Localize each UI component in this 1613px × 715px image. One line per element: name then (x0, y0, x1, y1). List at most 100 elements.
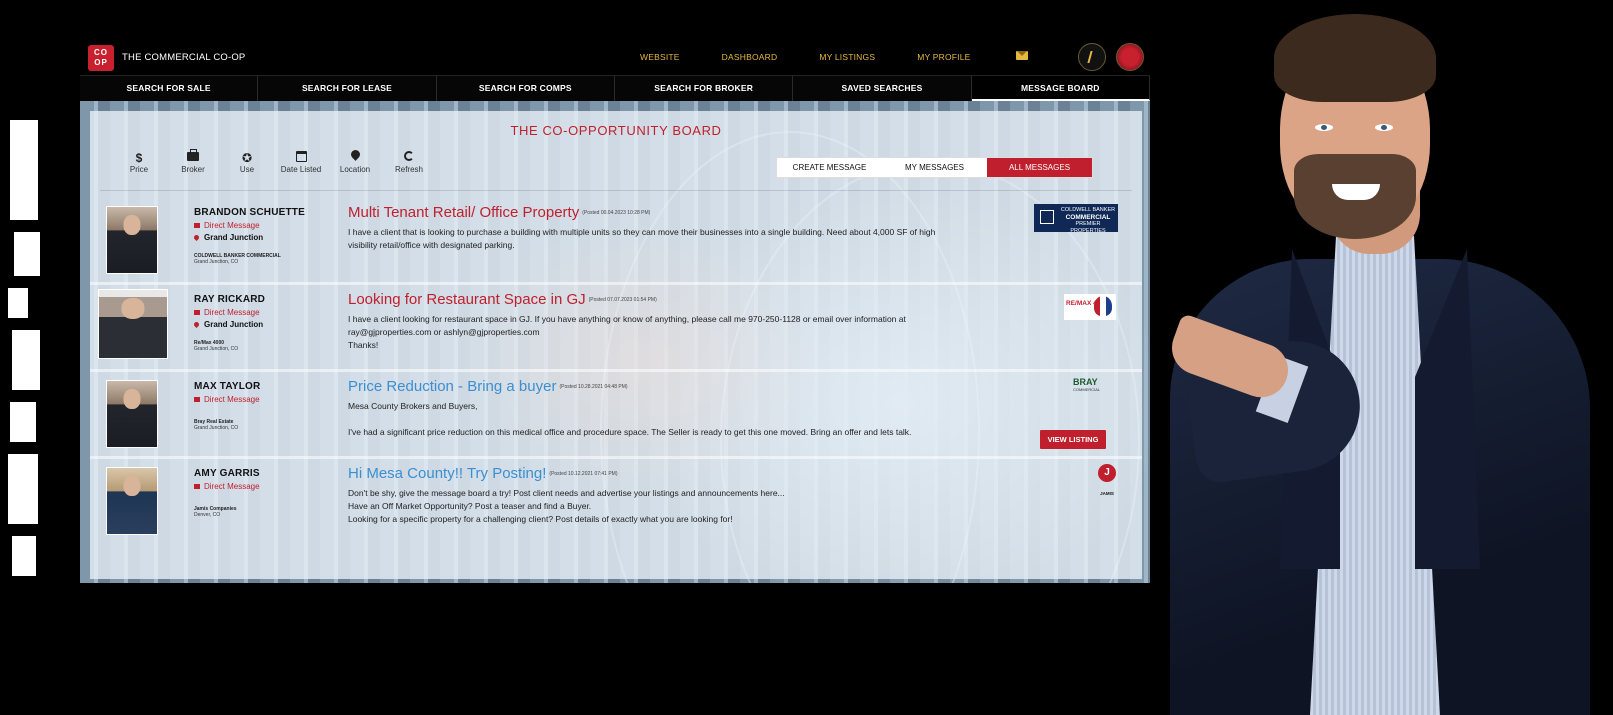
refresh-icon (404, 151, 414, 161)
view-listing-button[interactable]: VIEW LISTING (1040, 430, 1106, 449)
company-location: Denver, CO (194, 512, 221, 518)
direct-message-link[interactable]: Direct Message (194, 395, 260, 404)
post-body-line: Have an Off Market Opportunity? Post a t… (348, 501, 592, 511)
filter-label: Date Listed (280, 165, 322, 174)
post-headline[interactable]: Price Reduction - Bring a buyer (Posted 1… (348, 378, 628, 395)
avatar[interactable] (98, 289, 168, 359)
calendar-icon (296, 151, 307, 162)
broker-location: Grand Junction (194, 233, 263, 242)
jamis-logo-icon: J (1098, 464, 1116, 482)
filter-location[interactable]: Location (328, 148, 382, 174)
star-icon: ✪ (241, 151, 253, 165)
post-date: (Posted 10.28.2021 04:48 PM) (559, 384, 628, 390)
filter-bar: $ Price Broker ✪ Use Date Listed Locatio… (112, 148, 436, 174)
company-location: Grand Junction, CO (194, 346, 239, 352)
logo-text: JAMIS (1100, 491, 1114, 496)
top-links: WEBSITE DASHBOARD MY LISTINGS MY PROFILE (640, 52, 1013, 62)
avatar[interactable] (106, 206, 158, 274)
account-avatar-icon[interactable] (1116, 43, 1144, 71)
broker-name[interactable]: BRANDON SCHUETTE (194, 207, 305, 218)
hair (1274, 14, 1436, 102)
filter-label: Location (339, 165, 371, 174)
briefcase-icon (187, 149, 199, 161)
board-title: THE CO-OPPORTUNITY BOARD (510, 123, 722, 138)
logo-line: COMMERCIAL (1065, 214, 1111, 221)
brand-name[interactable]: THE COMMERCIAL CO-OP (122, 52, 245, 63)
decorative-side-strip (8, 120, 42, 580)
content-background: THE CO-OPPORTUNITY BOARD $ Price Broker … (80, 101, 1150, 583)
post-separator (90, 369, 1142, 372)
avatar[interactable] (106, 467, 158, 535)
post-body: I have a client that is looking to purch… (348, 227, 936, 250)
remax-balloon-icon (1094, 296, 1112, 316)
company-logo: COLDWELL BANKER COMMERCIAL PREMIER PROPE… (1034, 204, 1118, 234)
broker-name[interactable]: RAY RICKARD (194, 294, 265, 305)
filter-refresh[interactable]: Refresh (382, 149, 436, 174)
broker-name[interactable]: MAX TAYLOR (194, 381, 260, 392)
broker-name[interactable]: AMY GARRIS (194, 468, 260, 479)
nav-search-for-lease[interactable]: SEARCH FOR LEASE (258, 76, 437, 101)
main-nav: SEARCH FOR SALE SEARCH FOR LEASE SEARCH … (80, 75, 1150, 101)
brand-logo[interactable]: CO OP (88, 45, 114, 71)
post-date: (Posted 07.07.2023 01:54 PM) (588, 297, 657, 303)
message-post: RAY RICKARD Direct Message Grand Junctio… (90, 286, 1142, 372)
link-dashboard[interactable]: DASHBOARD (722, 52, 778, 62)
top-bar: CO OP THE COMMERCIAL CO-OP WEBSITE DASHB… (80, 40, 1150, 75)
nav-saved-searches[interactable]: SAVED SEARCHES (793, 76, 972, 101)
profile-avatar-icon[interactable] (1078, 43, 1106, 71)
post-separator (90, 456, 1142, 459)
logo-line: COLDWELL BANKER (1060, 207, 1116, 213)
coldwell-banker-logo-icon (1040, 210, 1054, 224)
message-tabs: CREATE MESSAGE MY MESSAGES ALL MESSAGES (776, 157, 1093, 178)
post-headline[interactable]: Multi Tenant Retail/ Office Property (Pos… (348, 204, 650, 221)
post-body-line: I have a client looking for restaurant s… (348, 314, 906, 324)
link-my-profile[interactable]: MY PROFILE (917, 52, 970, 62)
link-website[interactable]: WEBSITE (640, 52, 680, 62)
direct-message-link[interactable]: Direct Message (194, 482, 260, 491)
tab-create-message[interactable]: CREATE MESSAGE (777, 158, 882, 177)
post-body-line: Mesa County Brokers and Buyers, (348, 401, 478, 411)
post-separator (90, 282, 1142, 285)
mail-icon[interactable] (1016, 51, 1028, 60)
tab-all-messages[interactable]: ALL MESSAGES (987, 158, 1092, 177)
direct-message-link[interactable]: Direct Message (194, 308, 260, 317)
company-logo: J JAMIS (1096, 464, 1118, 496)
message-post: BRANDON SCHUETTE Direct Message Grand Ju… (90, 199, 1142, 285)
filter-date-listed[interactable]: Date Listed (274, 149, 328, 174)
post-body: Don't be shy, give the message board a t… (348, 487, 988, 526)
post-body: I have a client looking for restaurant s… (348, 313, 948, 352)
link-my-listings[interactable]: MY LISTINGS (819, 52, 875, 62)
post-body-line (348, 413, 988, 426)
broker-location: Grand Junction (194, 320, 263, 329)
man-pointing-illustration (1164, 14, 1613, 715)
nav-message-board[interactable]: MESSAGE BOARD (971, 76, 1150, 101)
post-body-line: Thanks! (348, 340, 379, 350)
location-pin-icon (349, 148, 362, 161)
eye (1375, 124, 1393, 131)
filter-use[interactable]: ✪ Use (220, 149, 274, 174)
company-logo: BRAY COMMERCIAL (1073, 377, 1115, 397)
company-location: Grand Junction, CO (194, 425, 239, 431)
filter-price[interactable]: $ Price (112, 149, 166, 174)
direct-message-link[interactable]: Direct Message (194, 221, 260, 230)
filter-label: Price (129, 165, 149, 174)
company-logo: RE/MAX 4000 (1064, 294, 1116, 320)
logo-subtext: COMMERCIAL (1073, 387, 1101, 392)
message-board-panel: THE CO-OPPORTUNITY BOARD $ Price Broker … (90, 111, 1142, 579)
logo-line: PREMIER PROPERTIES (1070, 221, 1106, 234)
post-body-line: Looking for a specific property for a ch… (348, 514, 733, 524)
nav-search-for-broker[interactable]: SEARCH FOR BROKER (615, 76, 794, 101)
filter-label: Refresh (394, 165, 423, 174)
message-post: AMY GARRIS Direct Message Jamis Companie… (90, 460, 1142, 546)
post-headline[interactable]: Hi Mesa County!! Try Posting! (Posted 10.… (348, 465, 618, 482)
eye (1315, 124, 1333, 131)
company-location: Grand Junction, CO (194, 259, 239, 265)
post-headline[interactable]: Looking for Restaurant Space in GJ (Poste… (348, 291, 657, 308)
nav-search-for-comps[interactable]: SEARCH FOR COMPS (437, 76, 615, 101)
post-date: (Posted 00.04.2023 10:28 PM) (582, 210, 651, 216)
nav-search-for-sale[interactable]: SEARCH FOR SALE (80, 76, 259, 101)
dollar-icon: $ (135, 151, 143, 165)
avatar[interactable] (106, 380, 158, 448)
tab-my-messages[interactable]: MY MESSAGES (882, 158, 987, 177)
filter-broker[interactable]: Broker (166, 149, 220, 174)
